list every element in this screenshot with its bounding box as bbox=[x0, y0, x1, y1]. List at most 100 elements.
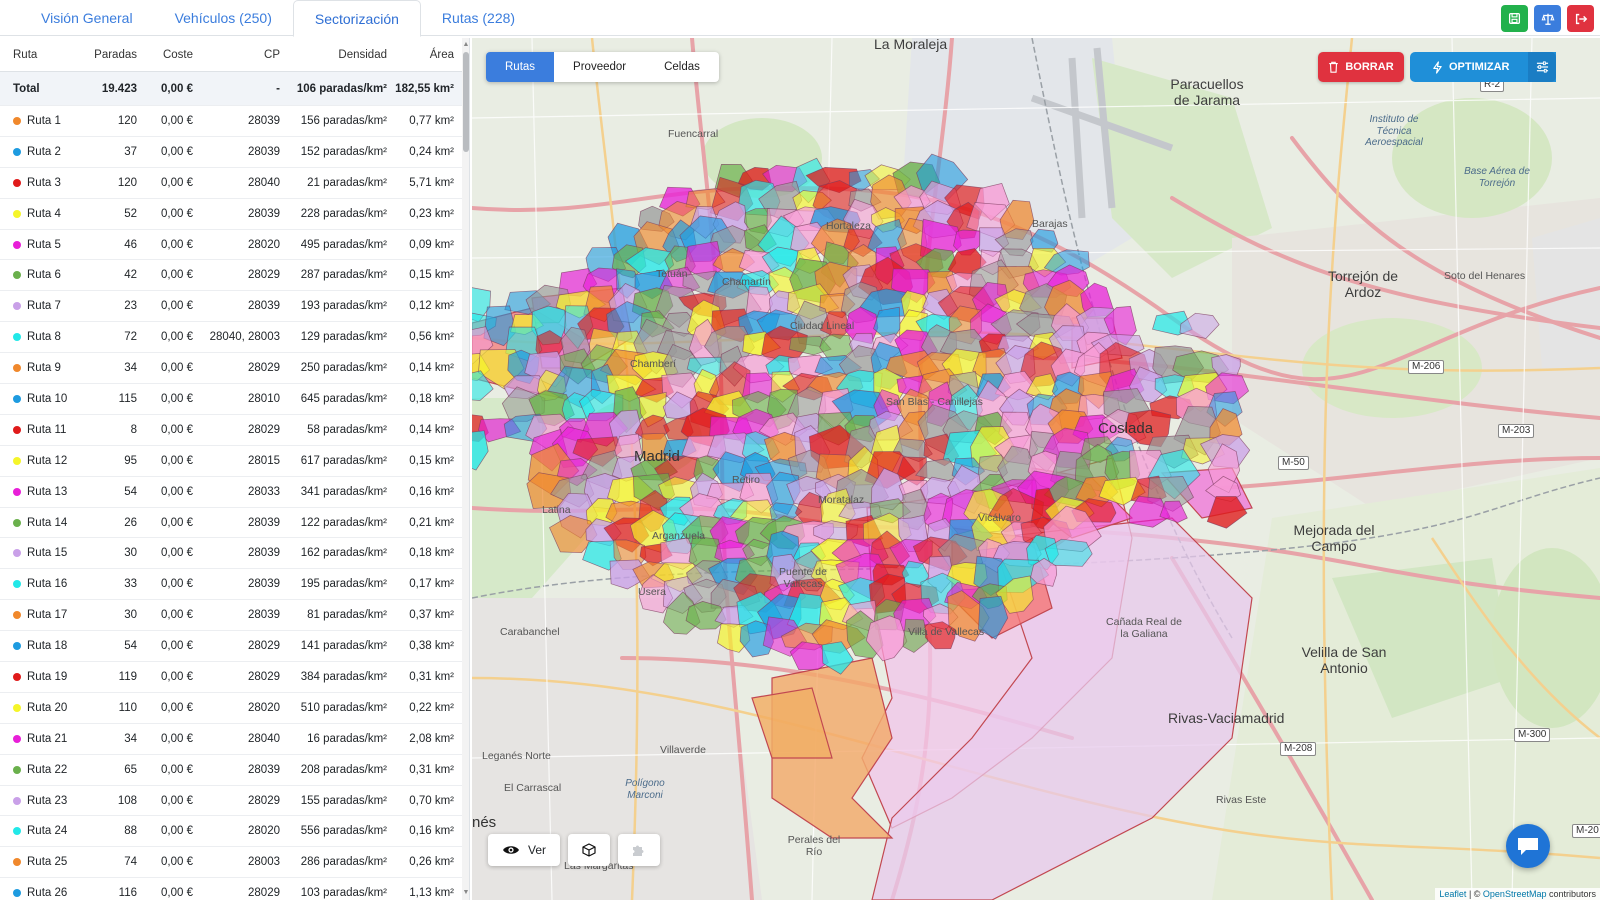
table-row[interactable]: Ruta 16 33 0,00 € 28039 195 paradas/km² 0,17 … bbox=[0, 569, 462, 601]
place-label: Barajas bbox=[1032, 218, 1068, 230]
paradas-cell: 120 bbox=[117, 114, 137, 127]
table-row[interactable]: Ruta 6 42 0,00 € 28029 287 paradas/km² 0,15 k… bbox=[0, 260, 462, 292]
route-color-dot bbox=[13, 116, 21, 125]
table-row[interactable]: Ruta 1 120 0,00 € 28039 156 paradas/km² 0,77 … bbox=[0, 106, 462, 137]
paradas-cell: 52 bbox=[124, 207, 137, 220]
route-color-dot bbox=[13, 333, 21, 342]
route-name-cell: Ruta 6 bbox=[0, 269, 86, 281]
table-row[interactable]: Ruta 17 30 0,00 € 28039 81 paradas/km² 0,37 k… bbox=[0, 600, 462, 632]
route-color-dot bbox=[13, 827, 21, 836]
visibility-toggle-button[interactable]: Ver bbox=[488, 834, 560, 866]
route-name: Ruta 22 bbox=[27, 763, 68, 776]
col-header-paradas[interactable]: Paradas bbox=[86, 49, 137, 61]
cp-cell: 28029 bbox=[248, 670, 280, 683]
coste-cell: 0,00 € bbox=[161, 732, 193, 745]
table-row[interactable]: Ruta 3 120 0,00 € 28040 21 paradas/km² 5,71 k… bbox=[0, 168, 462, 199]
scroll-down-arrow[interactable]: ▼ bbox=[462, 888, 469, 898]
puzzle-button[interactable] bbox=[618, 834, 660, 866]
save-button[interactable] bbox=[1501, 5, 1528, 32]
area-cell: 0,18 km² bbox=[409, 547, 454, 560]
densidad-cell: 103 paradas/km² bbox=[300, 887, 387, 900]
table-row[interactable]: Ruta 18 54 0,00 € 28029 141 paradas/km² 0,38 … bbox=[0, 631, 462, 663]
place-label: Villa de Vallecas bbox=[908, 626, 985, 638]
table-row[interactable]: Ruta 14 26 0,00 € 28039 122 paradas/km² 0,21 … bbox=[0, 508, 462, 539]
table-row[interactable]: Ruta 13 54 0,00 € 28033 341 paradas/km² 0,16 … bbox=[0, 477, 462, 508]
col-header-ruta[interactable]: Ruta bbox=[0, 49, 86, 61]
toggle-proveedor[interactable]: Proveedor bbox=[554, 52, 645, 82]
table-row[interactable]: Ruta 19 119 0,00 € 28029 384 paradas/km² 0,31… bbox=[0, 662, 462, 693]
place-label: Retiro bbox=[732, 474, 761, 486]
place-label: Tetuán bbox=[656, 268, 688, 280]
table-row[interactable]: Ruta 4 52 0,00 € 28039 228 paradas/km² 0,23 k… bbox=[0, 199, 462, 230]
route-name: Ruta 6 bbox=[27, 269, 61, 282]
table-row[interactable]: Ruta 10 115 0,00 € 28010 645 paradas/km² 0,18… bbox=[0, 384, 462, 415]
route-name-cell: Ruta 1 bbox=[0, 115, 86, 127]
place-label: Rivas Este bbox=[1216, 794, 1267, 806]
table-row[interactable]: Ruta 2 37 0,00 € 28039 152 paradas/km² 0,24 k… bbox=[0, 137, 462, 168]
table-row[interactable]: Ruta 20 110 0,00 € 28020 510 paradas/km² 0,22… bbox=[0, 693, 462, 724]
scroll-up-arrow[interactable]: ▲ bbox=[462, 40, 469, 50]
toggle-rutas[interactable]: Rutas bbox=[486, 52, 555, 82]
3d-view-button[interactable] bbox=[568, 834, 610, 866]
road-label: M-50 bbox=[1278, 456, 1309, 470]
tab-rutas[interactable]: Rutas (228) bbox=[421, 0, 536, 36]
balance-button[interactable] bbox=[1534, 5, 1561, 32]
route-color-dot bbox=[13, 302, 21, 311]
osm-link[interactable]: OpenStreetMap bbox=[1483, 889, 1547, 899]
route-sectors-layer[interactable] bbox=[472, 38, 1600, 900]
table-row[interactable]: Ruta 11 8 0,00 € 28029 58 paradas/km² 0,14 km… bbox=[0, 415, 462, 446]
table-row[interactable]: Ruta 7 23 0,00 € 28039 193 paradas/km² 0,12 k… bbox=[0, 291, 462, 323]
leaflet-link[interactable]: Leaflet bbox=[1439, 889, 1466, 899]
table-row[interactable]: Ruta 21 34 0,00 € 28040 16 paradas/km² 2,08 k… bbox=[0, 724, 462, 755]
route-name: Ruta 19 bbox=[27, 670, 68, 683]
route-name: Ruta 12 bbox=[27, 454, 68, 467]
densidad-cell: 495 paradas/km² bbox=[300, 238, 387, 251]
table-row[interactable]: Ruta 26 116 0,00 € 28029 103 paradas/km² 1,13… bbox=[0, 878, 462, 900]
road-label: M-20 bbox=[1572, 824, 1600, 838]
coste-cell: 0,00 € bbox=[161, 300, 193, 313]
chat-button[interactable] bbox=[1506, 824, 1550, 868]
tab-vision-general[interactable]: Visión General bbox=[20, 0, 154, 36]
paradas-cell: 8 bbox=[130, 423, 137, 436]
cp-cell: 28039 bbox=[248, 578, 280, 591]
col-header-cp[interactable]: CP bbox=[193, 49, 280, 61]
coste-cell: 0,00 € bbox=[161, 640, 193, 653]
route-name-cell: Ruta 19 bbox=[0, 671, 86, 683]
densidad-cell: 156 paradas/km² bbox=[300, 114, 387, 127]
table-row[interactable]: Ruta 22 65 0,00 € 28039 208 paradas/km² 0,31 … bbox=[0, 755, 462, 786]
table-row[interactable]: Ruta 24 88 0,00 € 28020 556 paradas/km² 0,16 … bbox=[0, 816, 462, 848]
scroll-thumb[interactable] bbox=[463, 52, 469, 152]
table-row[interactable]: Ruta 25 74 0,00 € 28003 286 paradas/km² 0,26 … bbox=[0, 847, 462, 879]
route-name-cell: Ruta 24 bbox=[0, 825, 86, 837]
table-row[interactable]: Ruta 5 46 0,00 € 28020 495 paradas/km² 0,09 k… bbox=[0, 230, 462, 261]
tab-sectorizacion[interactable]: Sectorización bbox=[292, 0, 421, 37]
coste-cell: 0,00 € bbox=[161, 145, 193, 158]
route-sector[interactable] bbox=[1206, 496, 1248, 529]
route-name-cell: Ruta 25 bbox=[0, 856, 86, 868]
map-view[interactable]: La Moraleja Paracuellos de Jarama Instit… bbox=[472, 38, 1600, 900]
table-scrollbar[interactable]: ▲ ▼ bbox=[462, 38, 469, 900]
place-label: La Moraleja bbox=[874, 38, 948, 52]
col-header-area[interactable]: Área bbox=[387, 49, 456, 61]
total-densidad: 106 paradas/km² bbox=[296, 82, 387, 95]
logout-button[interactable] bbox=[1567, 5, 1594, 32]
cp-cell: 28020 bbox=[248, 238, 280, 251]
route-name-cell: Ruta 15 bbox=[0, 547, 86, 559]
tab-vehiculos[interactable]: Vehículos (250) bbox=[154, 0, 293, 36]
table-row[interactable]: Ruta 9 34 0,00 € 28029 250 paradas/km² 0,14 k… bbox=[0, 353, 462, 385]
optimizar-settings-button[interactable] bbox=[1528, 52, 1556, 82]
route-name: Ruta 5 bbox=[27, 238, 61, 251]
densidad-cell: 58 paradas/km² bbox=[307, 423, 387, 436]
route-name: Ruta 11 bbox=[27, 423, 67, 436]
paradas-cell: 34 bbox=[124, 732, 137, 745]
toggle-celdas[interactable]: Celdas bbox=[645, 52, 719, 82]
table-row[interactable]: Ruta 15 30 0,00 € 28039 162 paradas/km² 0,18 … bbox=[0, 538, 462, 570]
paradas-cell: 95 bbox=[124, 454, 137, 467]
table-row[interactable]: Ruta 8 72 0,00 € 28040, 28003 129 paradas/km… bbox=[0, 322, 462, 354]
table-row[interactable]: Ruta 12 95 0,00 € 28015 617 paradas/km² 0,15 … bbox=[0, 446, 462, 477]
table-row[interactable]: Ruta 23 108 0,00 € 28029 155 paradas/km² 0,70… bbox=[0, 786, 462, 817]
place-label: Fuencarral bbox=[668, 128, 719, 140]
col-header-coste[interactable]: Coste bbox=[137, 49, 193, 61]
borrar-button[interactable]: BORRAR bbox=[1318, 52, 1404, 82]
col-header-densidad[interactable]: Densidad bbox=[280, 49, 387, 61]
